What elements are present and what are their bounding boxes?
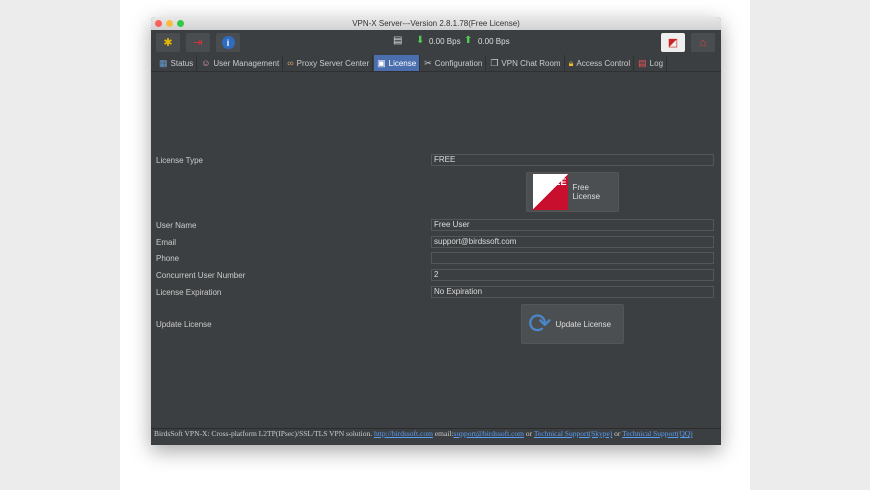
tab-configuration[interactable]: ✂ Configuration	[421, 55, 487, 71]
monitor-icon: ▤	[393, 35, 403, 46]
toolbar: ✱ ⇥ i ▤ ⬇ 0.00 Bps ⬆ 0.00 Bps ◩ ⌂	[151, 30, 721, 55]
download-arrow-icon: ⬇	[416, 35, 425, 46]
zoom-button[interactable]	[177, 20, 184, 27]
info-icon: i	[221, 36, 235, 49]
minimize-button[interactable]	[166, 20, 173, 27]
user-name-label: User Name	[156, 221, 197, 230]
tab-vpn-chat-room[interactable]: ❐ VPN Chat Room	[487, 55, 565, 71]
website-link[interactable]: http://birdssoft.com	[374, 429, 433, 438]
footer-bar: BirdsSoft VPN-X: Cross-platform L2TP(IPs…	[151, 428, 721, 445]
phone-label: Phone	[156, 254, 180, 263]
upload-arrow-icon: ⬆	[464, 35, 473, 46]
refresh-icon: ⟳	[528, 308, 552, 339]
tab-bar: ▦ Status ☺ User Management ∞ Proxy Server C…	[151, 55, 721, 72]
tools-icon: ✂	[424, 57, 432, 68]
tab-log[interactable]: ▤ Log	[635, 55, 668, 71]
update-license-button[interactable]: ⟳ Update License	[521, 304, 624, 344]
tab-user-management[interactable]: ☺ User Management	[198, 55, 284, 71]
license-toolbar-button[interactable]: ◩	[661, 33, 685, 52]
email-field[interactable]: support@birdssoft.com	[431, 236, 714, 248]
chat-icon: ❐	[490, 57, 499, 68]
tab-license[interactable]: ▣ License	[374, 55, 421, 71]
free-license-badge-icon: FREE	[533, 174, 569, 210]
download-speed: 0.00 Bps	[429, 37, 461, 46]
phone-field[interactable]	[431, 252, 714, 264]
email-label: Email	[156, 238, 177, 247]
home-icon: ⌂	[699, 36, 707, 49]
tab-proxy-server-center[interactable]: ∞ Proxy Server Center	[284, 55, 374, 71]
upload-speed: 0.00 Bps	[478, 37, 510, 46]
license-type-field: FREE	[431, 154, 714, 166]
license-icon: ▣	[377, 57, 386, 68]
connect-button[interactable]: ✱	[156, 33, 180, 52]
concurrent-user-field[interactable]: 2	[431, 269, 714, 281]
tab-access-control[interactable]: 🔒︎ Access Control	[566, 55, 635, 71]
log-icon: ▤	[638, 57, 647, 68]
title-bar: VPN-X Server---Version 2.8.1.78(Free Lic…	[151, 17, 721, 30]
license-type-label: License Type	[156, 156, 203, 165]
concurrent-user-label: Concurrent User Number	[156, 271, 246, 280]
user-name-field[interactable]: Free User	[431, 219, 714, 231]
users-icon: ☺	[201, 58, 211, 68]
skype-support-link[interactable]: Technical Support(Skype)	[534, 429, 612, 438]
window-title: VPN-X Server---Version 2.8.1.78(Free Lic…	[352, 19, 520, 28]
status-icon: ▦	[159, 57, 168, 68]
email-link[interactable]: support@birdssoft.com	[454, 429, 524, 438]
home-button[interactable]: ⌂	[691, 33, 715, 52]
free-license-button[interactable]: FREE Free License	[526, 172, 619, 212]
exit-button[interactable]: ⇥	[186, 33, 210, 52]
chain-icon: ∞	[287, 58, 294, 68]
license-expiration-field[interactable]: No Expiration	[431, 286, 714, 298]
tab-status[interactable]: ▦ Status	[156, 55, 198, 71]
app-window: VPN-X Server---Version 2.8.1.78(Free Lic…	[151, 17, 721, 445]
network-icon: ✱	[163, 37, 173, 49]
qq-support-link[interactable]: Technical Support(QQ)	[622, 429, 693, 438]
exit-icon: ⇥	[193, 37, 203, 49]
license-expiration-label: License Expiration	[156, 288, 222, 297]
info-button[interactable]: i	[216, 33, 240, 52]
lock-icon: 🔒︎	[568, 57, 574, 68]
free-license-icon: ◩	[667, 37, 679, 49]
close-button[interactable]	[155, 20, 162, 27]
update-license-label: Update License	[156, 320, 212, 329]
